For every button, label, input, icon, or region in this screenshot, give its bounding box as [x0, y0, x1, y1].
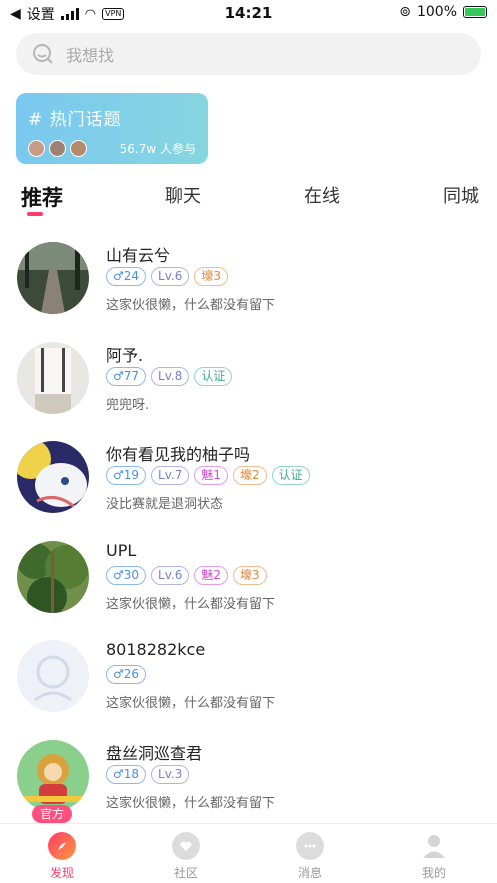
person-icon [420, 832, 448, 860]
user-bio: 这家伙很懒，什么都没有留下 [106, 298, 276, 313]
hot-topics-title: # 热门话题 [28, 110, 122, 130]
user-tags: ♂77 Lv.8 认证 [106, 366, 233, 386]
rotation-lock-icon: ⊚ [399, 4, 411, 20]
hot-topics-card[interactable]: # 热门话题 56.7w 人参与 [16, 93, 208, 164]
participant-avatar [70, 140, 87, 157]
status-bar: ◀ 设置 ◠ VPN 14:21 ⊚ 100% [0, 0, 497, 26]
status-right: ⊚ 100% [399, 4, 487, 20]
rich-tag: 壕3 [194, 267, 228, 286]
charm-tag: 魅2 [194, 565, 228, 585]
avatar[interactable] [17, 341, 89, 414]
participant-avatar [49, 140, 66, 157]
tab-online[interactable]: 在线 [304, 182, 340, 208]
heart-bubble-icon [172, 832, 200, 860]
participant-avatar [28, 140, 45, 157]
level-tag: Lv.8 [151, 366, 190, 386]
nav-profile[interactable]: 我的 [404, 832, 464, 881]
avatar[interactable] [17, 242, 89, 314]
gender-age-tag: ♂19 [106, 466, 147, 485]
nav-community[interactable]: 社区 [156, 832, 216, 881]
bottom-nav: 发现 社区 消息 我的 [0, 823, 497, 883]
avatar-forest-path-image [17, 242, 89, 314]
user-name: 你有看见我的柚子吗 [106, 445, 251, 464]
default-avatar-icon [17, 640, 89, 712]
avatar[interactable] [17, 640, 89, 712]
user-tags: ♂26 [106, 665, 147, 684]
chat-dots-icon [296, 832, 324, 860]
avatar-anime-girl-image [17, 441, 89, 513]
hot-topics-participants-row: 56.7w 人参与 [28, 140, 196, 157]
user-name: 盘丝洞巡查君 [106, 743, 203, 763]
charm-tag: 魅1 [194, 466, 228, 485]
user-list-item[interactable]: 阿予. ♂77 Lv.8 认证 兜兜呀. [0, 332, 497, 432]
user-bio: 兜兜呀. [106, 397, 150, 413]
user-name: 山有云兮 [106, 246, 171, 265]
user-tags: ♂24 Lv.6 壕3 [106, 267, 228, 286]
nav-label: 社区 [173, 866, 198, 880]
level-tag: Lv.7 [151, 466, 190, 485]
official-badge: 官方 [32, 804, 72, 823]
user-list-item[interactable]: UPL ♂30 Lv.6 魅2 壕3 这家伙很懒，什么都没有留下 [0, 531, 497, 631]
nav-label: 消息 [297, 866, 322, 880]
level-tag: Lv.3 [151, 764, 190, 784]
tab-recommend[interactable]: 推荐 [21, 182, 63, 212]
search-placeholder: 我想找 [66, 46, 115, 65]
participant-count: 56.7w 人参与 [119, 142, 196, 156]
user-tags: ♂19 Lv.7 魅1 壕2 认证 [106, 466, 310, 485]
avatar[interactable] [17, 441, 89, 513]
user-list: 山有云兮 ♂24 Lv.6 壕3 这家伙很懒，什么都没有留下 阿予. ♂77 L… [0, 232, 497, 829]
gender-age-tag: ♂18 [106, 764, 147, 784]
verified-tag: 认证 [271, 466, 310, 485]
user-tags: ♂18 Lv.3 [106, 764, 190, 784]
gender-age-tag: ♂24 [106, 267, 147, 286]
gender-age-tag: ♂30 [106, 565, 147, 585]
nav-messages[interactable]: 消息 [280, 832, 340, 881]
avatar-person-shirt-image [17, 341, 89, 414]
tab-chat[interactable]: 聊天 [165, 182, 201, 208]
battery-icon [463, 6, 487, 18]
user-name: 8018282kce [106, 640, 206, 659]
avatar-trees-image [17, 540, 89, 613]
user-list-item[interactable]: 8018282kce ♂26 这家伙很懒，什么都没有留下 [0, 630, 497, 730]
battery-percent: 100% [416, 4, 457, 20]
compass-icon [48, 832, 76, 860]
avatar[interactable] [17, 540, 89, 613]
user-list-item[interactable]: 官方 盘丝洞巡查君 ♂18 Lv.3 这家伙很懒，什么都没有留下 [0, 730, 497, 830]
user-name: 阿予. [106, 345, 144, 365]
user-list-item[interactable]: 山有云兮 ♂24 Lv.6 壕3 这家伙很懒，什么都没有留下 [0, 232, 497, 332]
level-tag: Lv.6 [151, 565, 190, 585]
user-bio: 没比赛就是退洞状态 [106, 497, 224, 512]
avatar[interactable] [17, 739, 89, 812]
user-tags: ♂30 Lv.6 魅2 壕3 [106, 565, 267, 585]
nav-label: 我的 [421, 866, 446, 880]
active-tab-indicator [27, 212, 43, 216]
nav-label: 发现 [49, 866, 74, 880]
search-bar[interactable]: 我想找 [16, 33, 481, 75]
user-name: UPL [106, 540, 137, 560]
user-bio: 这家伙很懒，什么都没有留下 [106, 596, 276, 612]
tab-bar: 推荐 聊天 在线 同城 [0, 180, 497, 220]
nav-discover[interactable]: 发现 [32, 832, 92, 881]
level-tag: Lv.6 [151, 267, 190, 286]
avatar-monkey-king-image [17, 739, 89, 812]
tab-nearby[interactable]: 同城 [443, 182, 479, 208]
gender-age-tag: ♂26 [106, 665, 147, 684]
rich-tag: 壕3 [232, 565, 267, 585]
gender-age-tag: ♂77 [106, 366, 147, 386]
rich-tag: 壕2 [232, 466, 267, 485]
user-bio: 这家伙很懒，什么都没有留下 [106, 795, 276, 811]
verified-tag: 认证 [194, 366, 233, 386]
user-list-item[interactable]: 你有看见我的柚子吗 ♂19 Lv.7 魅1 壕2 认证 没比赛就是退洞状态 [0, 431, 497, 531]
user-bio: 这家伙很懒，什么都没有留下 [106, 696, 276, 711]
search-chat-icon [33, 44, 53, 64]
